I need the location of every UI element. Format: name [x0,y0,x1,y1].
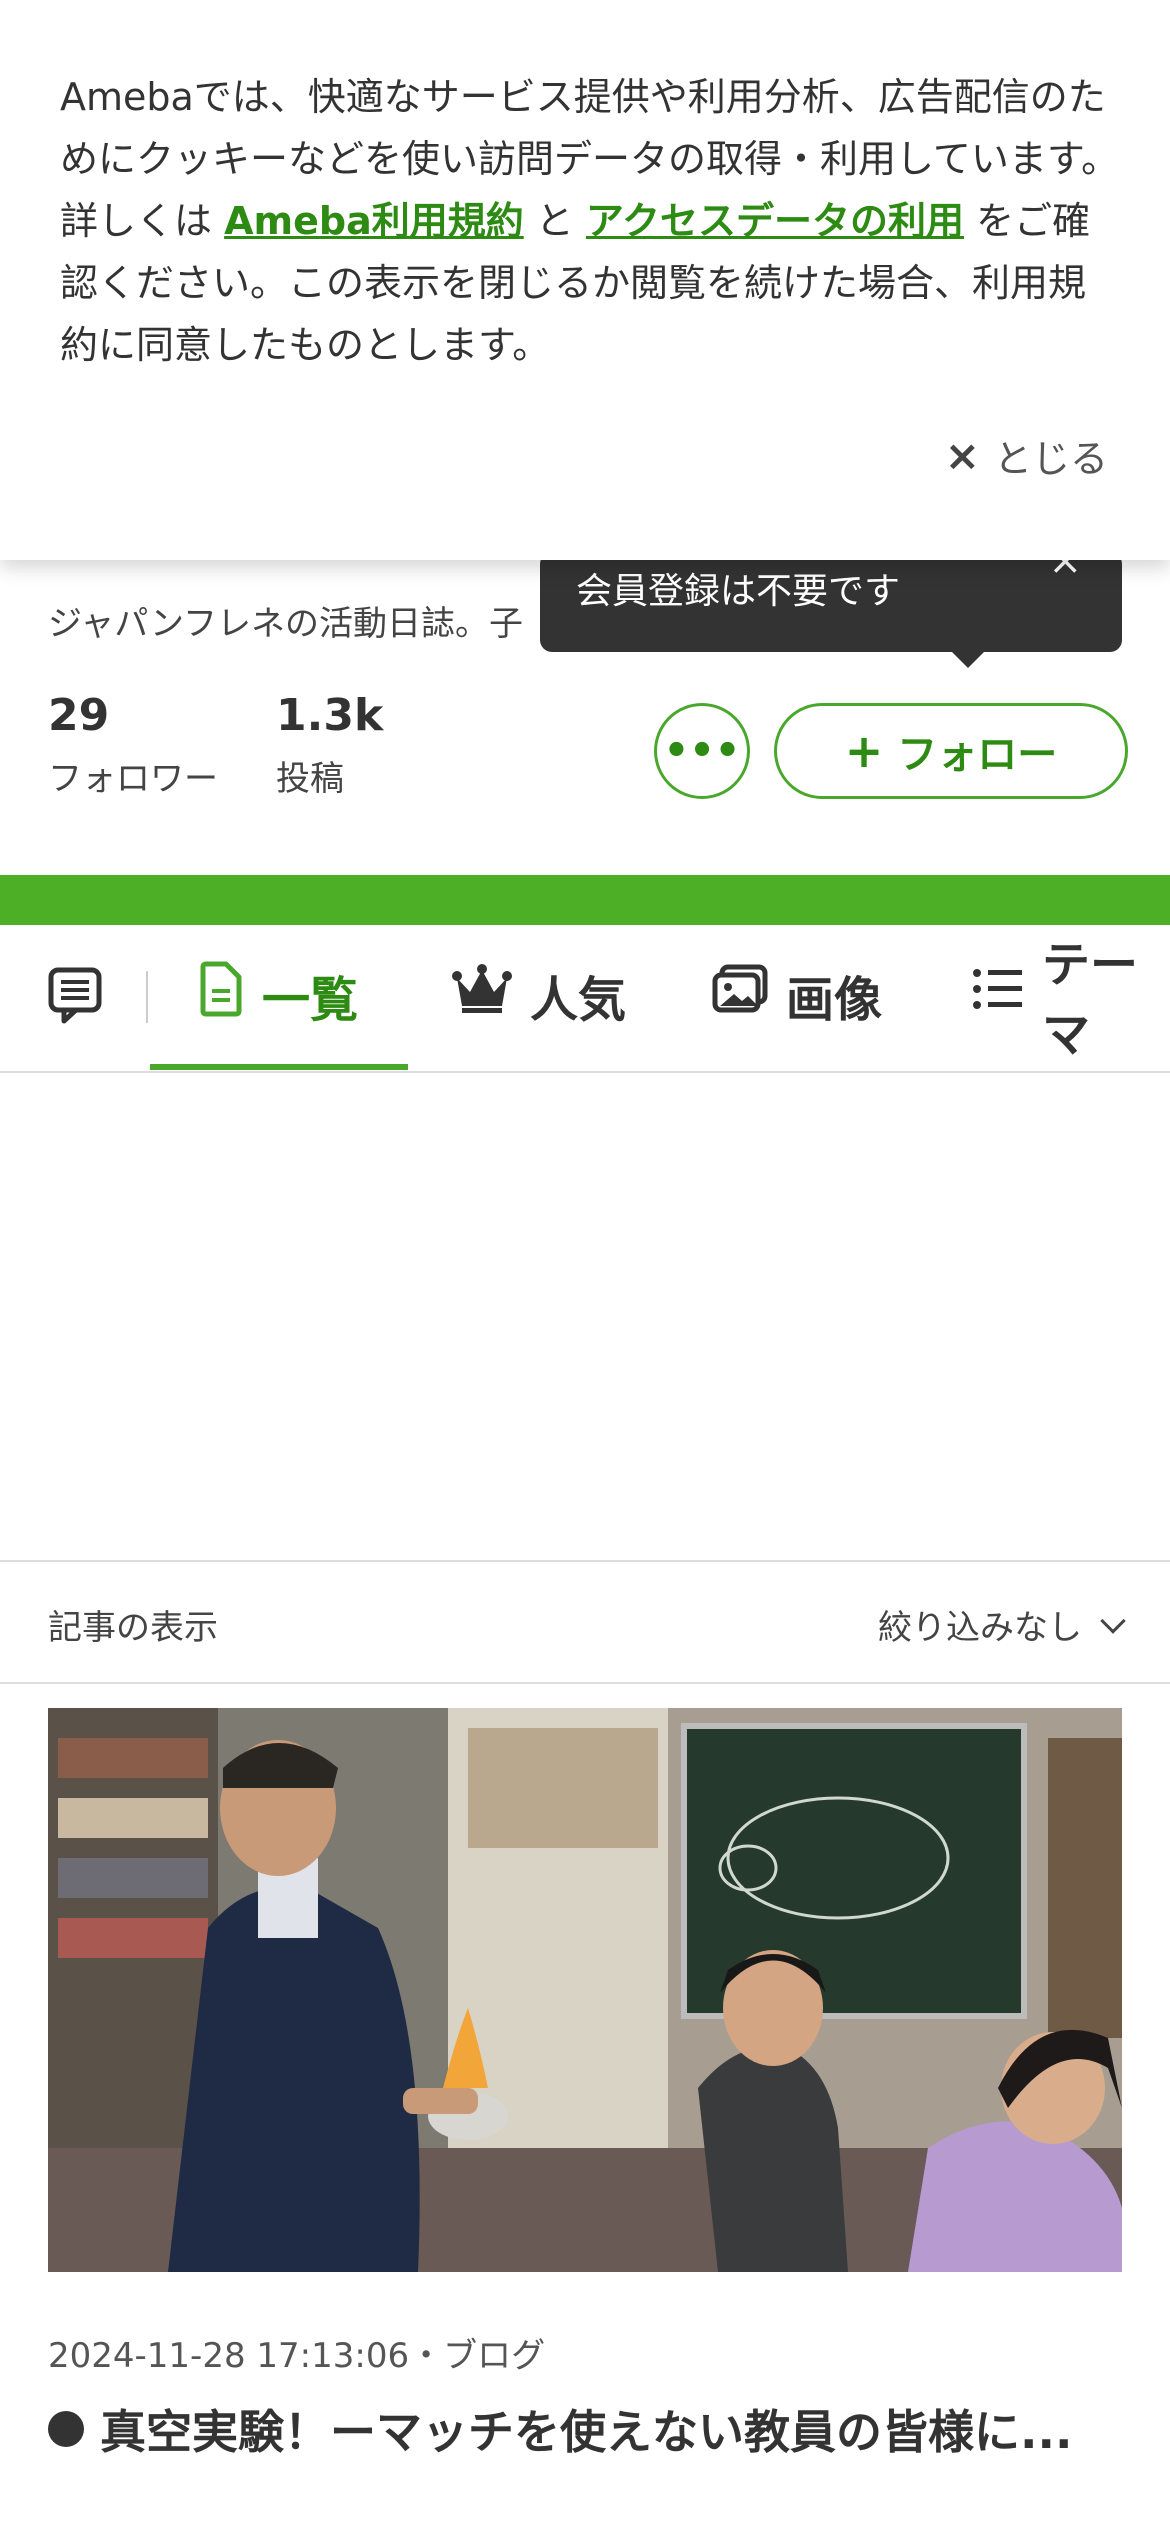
blog-description: ジャパンフレネの活動日誌。子 [48,604,523,644]
more-icon: ••• [663,728,741,774]
posts-count: 1.3k [276,690,384,741]
brand-color-bar [0,875,1170,925]
tab-list-label: 一覧 [262,972,359,1028]
tab-images-label: 画像 [786,972,883,1028]
terms-link[interactable]: Ameba利用規約 [224,199,524,243]
access-data-link[interactable]: アクセスデータの利用 [586,199,964,243]
filter-selected-value: 絞り込みなし [878,1608,1082,1648]
follow-label: フォロー [897,732,1058,778]
document-icon [198,961,244,1029]
tab-themes[interactable]: テーマ [972,937,1170,1063]
article-meta: 2024-11-28 17:13:06・ブログ [48,2336,546,2376]
filter-label: 記事の表示 [48,1608,218,1648]
article-title-link[interactable]: 真空実験！ーマッチを使えない教員の皆様に... [48,2396,1122,2462]
plus-icon: + [844,724,884,778]
tab-themes-label: テーマ [1042,937,1139,1063]
tab-images[interactable]: 画像 [712,955,882,1035]
article-filter-row: 記事の表示 絞り込みなし [0,1560,1170,1684]
article-thumbnail[interactable] [48,1708,1122,2272]
tab-divider [146,971,148,1023]
article-title: 真空実験！ーマッチを使えない教員の皆様に... [100,2405,1073,2459]
cookie-banner: Amebaでは、快適なサービス提供や利用分析、広告配信のためにクッキーなどを使い… [0,0,1170,560]
followers-count: 29 [48,690,110,741]
cookie-close-button[interactable]: × とじる [945,425,1108,485]
cookie-notice-text: Amebaでは、快適なサービス提供や利用分析、広告配信のためにクッキーなどを使い… [60,66,1120,376]
posts-stat: 1.3k 投稿 [276,690,383,800]
filter-dropdown[interactable]: 絞り込みなし [878,1600,1126,1649]
cookie-text-part-2: と [523,199,586,243]
tab-list[interactable]: 一覧 [198,955,358,1035]
follow-button[interactable]: + フォロー [774,703,1128,799]
followers-label: フォロワー [48,759,218,799]
posts-label: 投稿 [276,759,344,799]
crown-icon [452,964,512,1026]
more-options-button[interactable]: ••• [654,703,750,799]
active-tab-indicator [150,1064,408,1070]
circle-bullet-icon [48,2411,84,2447]
blog-tab-bar: 一覧 人気 画像 テーマ [0,925,1170,1073]
blog-menu-icon[interactable] [48,967,102,1029]
cookie-close-label: とじる [993,436,1108,481]
followers-stat[interactable]: 29 フォロワー [48,690,218,800]
tab-popular-label: 人気 [530,972,627,1028]
tooltip-text: 会員登録は不要です [576,571,901,612]
tab-popular[interactable]: 人気 [452,955,626,1035]
list-icon [972,967,1024,1023]
close-icon: × [944,430,980,480]
signup-tooltip: 会員登録は不要です × [540,538,1122,668]
image-icon [712,964,768,1026]
tooltip-arrow [950,650,986,668]
chevron-down-icon [1100,1607,1126,1634]
